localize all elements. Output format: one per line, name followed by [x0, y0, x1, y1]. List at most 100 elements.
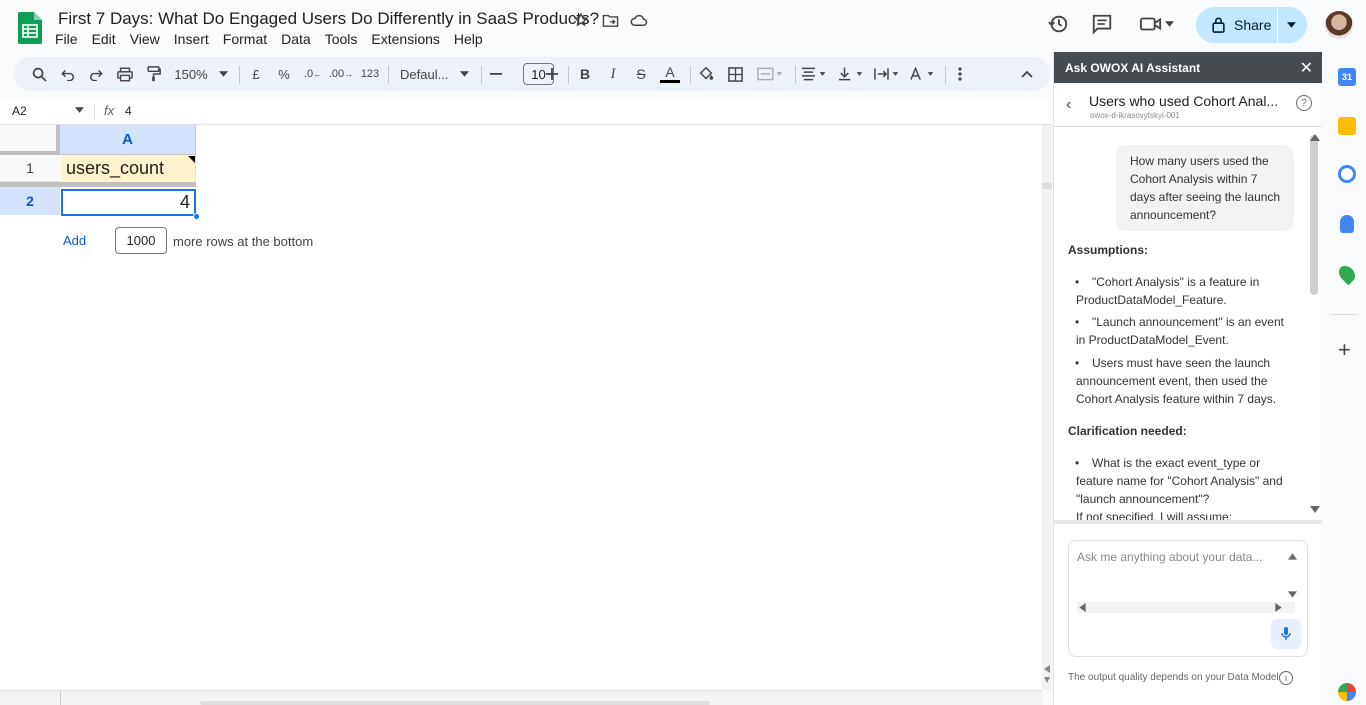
- menu-insert[interactable]: Insert: [174, 31, 216, 47]
- contacts-icon[interactable]: [1340, 215, 1354, 233]
- side-rail: 31 +: [1322, 52, 1366, 705]
- input-scroll-up-icon[interactable]: [1288, 553, 1297, 560]
- fill-handle[interactable]: [193, 213, 200, 220]
- text-wrapping-icon[interactable]: [873, 64, 903, 84]
- input-scroll-left-icon[interactable]: [1079, 603, 1086, 612]
- avatar[interactable]: [1325, 11, 1353, 39]
- close-icon[interactable]: ✕: [1300, 58, 1313, 78]
- name-box-dropdown-icon[interactable]: [75, 107, 84, 113]
- gemini-icon[interactable]: [1338, 683, 1356, 701]
- version-history-icon[interactable]: [1046, 12, 1070, 36]
- add-addon-icon[interactable]: +: [1338, 339, 1351, 361]
- print-icon[interactable]: [115, 64, 135, 84]
- more-options-icon[interactable]: [955, 64, 965, 84]
- menu-tools[interactable]: Tools: [325, 31, 365, 47]
- help-icon[interactable]: ?: [1296, 95, 1312, 111]
- share-button[interactable]: Share: [1196, 7, 1307, 43]
- menu-edit[interactable]: Edit: [92, 31, 123, 47]
- meet-icon[interactable]: [1139, 12, 1163, 36]
- increase-decimal-button[interactable]: .00 →: [328, 64, 353, 84]
- microphone-icon[interactable]: [1271, 619, 1301, 649]
- row-header-2[interactable]: 2: [0, 187, 60, 215]
- cell-a2[interactable]: 4: [61, 189, 196, 216]
- input-scroll-right-icon[interactable]: [1275, 603, 1282, 612]
- menu-file[interactable]: File: [55, 31, 85, 47]
- merge-cells-icon[interactable]: [756, 64, 786, 84]
- text-color-icon[interactable]: A: [659, 64, 681, 84]
- sheets-logo-icon[interactable]: [18, 12, 42, 44]
- assumption-2: "Launch announcement" is an event in Pro…: [1076, 315, 1284, 347]
- select-all-corner[interactable]: [0, 125, 60, 155]
- zoom-dropdown-icon[interactable]: [218, 64, 228, 84]
- percent-format-button[interactable]: %: [277, 64, 291, 84]
- increase-font-size-icon[interactable]: [545, 64, 559, 84]
- move-folder-icon[interactable]: [600, 10, 620, 30]
- currency-format-button[interactable]: £: [250, 64, 262, 84]
- note-indicator: [188, 156, 195, 163]
- menu-extensions[interactable]: Extensions: [371, 31, 446, 47]
- row-header-1[interactable]: 1: [0, 155, 60, 182]
- bold-icon[interactable]: B: [577, 64, 593, 84]
- app-header: First 7 Days: What Do Engaged Users Do D…: [0, 0, 1366, 56]
- decrease-font-size-icon[interactable]: [489, 64, 503, 84]
- horizontal-scrollbar[interactable]: [0, 690, 1042, 705]
- fill-color-icon[interactable]: [697, 64, 715, 84]
- cloud-status-icon[interactable]: [629, 10, 649, 30]
- menu-view[interactable]: View: [130, 31, 167, 47]
- add-rows-suffix: more rows at the bottom: [173, 234, 314, 249]
- share-dropdown-icon[interactable]: [1287, 22, 1296, 28]
- share-label: Share: [1234, 17, 1272, 33]
- menu-format[interactable]: Format: [223, 31, 274, 47]
- clarification-1: What is the exact event_type or feature …: [1076, 456, 1283, 506]
- formula-input[interactable]: 4: [125, 104, 132, 118]
- conversation-header: ‹ Users who used Cohort Anal... owox-d-i…: [1054, 83, 1322, 127]
- text-rotation-icon[interactable]: [908, 64, 938, 84]
- decrease-decimal-label: .0: [303, 68, 314, 80]
- tasks-icon[interactable]: [1338, 165, 1356, 183]
- add-rows-count-input[interactable]: 1000: [115, 227, 167, 254]
- italic-icon[interactable]: I: [605, 64, 621, 84]
- vertical-scrollbar[interactable]: [1042, 125, 1052, 690]
- chat-input[interactable]: Ask me anything about your data...: [1068, 540, 1308, 657]
- document-title[interactable]: First 7 Days: What Do Engaged Users Do D…: [58, 9, 599, 29]
- zoom-select[interactable]: 150%: [174, 64, 208, 84]
- more-formats-button[interactable]: 123: [359, 64, 381, 84]
- add-rows-button[interactable]: Add: [63, 233, 86, 248]
- scroll-down-icon[interactable]: [1310, 506, 1320, 513]
- info-icon[interactable]: i: [1279, 671, 1293, 685]
- name-box[interactable]: A2: [12, 104, 27, 118]
- keep-icon[interactable]: [1338, 117, 1356, 135]
- maps-icon[interactable]: [1335, 262, 1359, 286]
- increase-decimal-label: .00: [328, 68, 345, 80]
- menu-help[interactable]: Help: [454, 31, 490, 47]
- scroll-up-icon[interactable]: [1310, 134, 1320, 141]
- paint-format-icon[interactable]: [143, 64, 163, 84]
- font-select[interactable]: Defaul...: [400, 64, 450, 84]
- font-dropdown-icon[interactable]: [459, 64, 469, 84]
- star-icon[interactable]: [571, 10, 591, 30]
- borders-icon[interactable]: [726, 64, 744, 84]
- list-item: • "Cohort Analysis" is a feature in Prod…: [1075, 273, 1286, 309]
- horizontal-align-icon[interactable]: [800, 64, 830, 84]
- decrease-decimal-button[interactable]: .0 ←: [303, 64, 323, 84]
- sheet-grid[interactable]: A 1 2 users_count 4 Add 1000 more rows a…: [0, 125, 1042, 690]
- search-menus-icon[interactable]: [30, 64, 48, 84]
- calendar-icon[interactable]: 31: [1338, 68, 1356, 86]
- panel-header: Ask OWOX AI Assistant ✕: [1054, 52, 1322, 83]
- column-header-a[interactable]: A: [60, 125, 196, 155]
- strikethrough-icon[interactable]: S: [633, 64, 649, 84]
- cell-a1[interactable]: users_count: [61, 155, 196, 182]
- footer-note: The output quality depends on your Data …: [1068, 672, 1279, 683]
- chat-input-placeholder: Ask me anything about your data...: [1077, 550, 1263, 564]
- meet-dropdown-icon[interactable]: [1162, 12, 1176, 36]
- vertical-align-icon[interactable]: [837, 64, 867, 84]
- formula-bar: A2 fx 4: [0, 99, 1052, 125]
- back-arrow-icon[interactable]: ‹: [1066, 96, 1071, 114]
- comments-icon[interactable]: [1090, 12, 1114, 36]
- menu-data[interactable]: Data: [281, 31, 318, 47]
- collapse-toolbar-icon[interactable]: [1019, 64, 1035, 84]
- input-scroll-down-icon[interactable]: [1288, 591, 1297, 598]
- redo-icon[interactable]: [87, 64, 105, 84]
- chat-scrollbar[interactable]: [1310, 135, 1318, 295]
- undo-icon[interactable]: [59, 64, 77, 84]
